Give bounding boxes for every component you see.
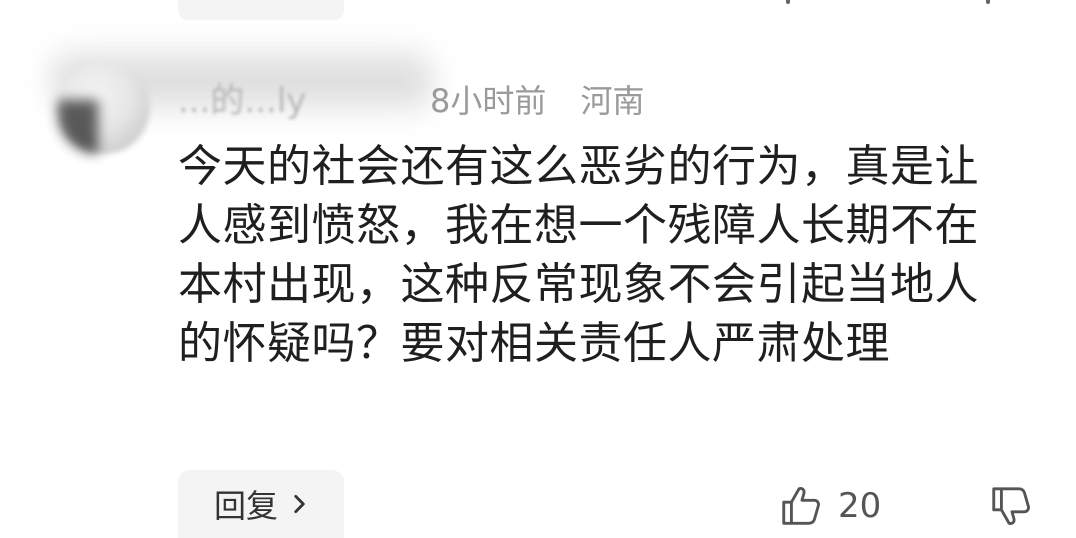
thumbs-down-icon[interactable] [988, 483, 1034, 529]
previous-comment-reply-button[interactable] [178, 0, 344, 20]
like-count: 20 [838, 486, 882, 526]
comment-location: 河南 [580, 82, 645, 120]
reply-button[interactable]: 回复 [178, 470, 344, 538]
comment-meta: 8小时前 河南 [430, 76, 645, 126]
comment-time: 8小时前 [430, 82, 547, 120]
previous-comment-actions [780, 0, 1010, 4]
comment-body: 今天的社会还有这么恶劣的行为，真是让人感到愤怒，我在想一个残障人长期不在本村出现… [178, 141, 979, 369]
comment-username[interactable]: ...的...ly [178, 76, 306, 126]
chevron-right-icon [294, 495, 305, 513]
avatar-shadow [58, 100, 98, 154]
reply-label: 回复 [214, 487, 279, 525]
comment-actions: 20 [778, 478, 1034, 534]
thumbs-up-icon[interactable] [778, 483, 824, 529]
